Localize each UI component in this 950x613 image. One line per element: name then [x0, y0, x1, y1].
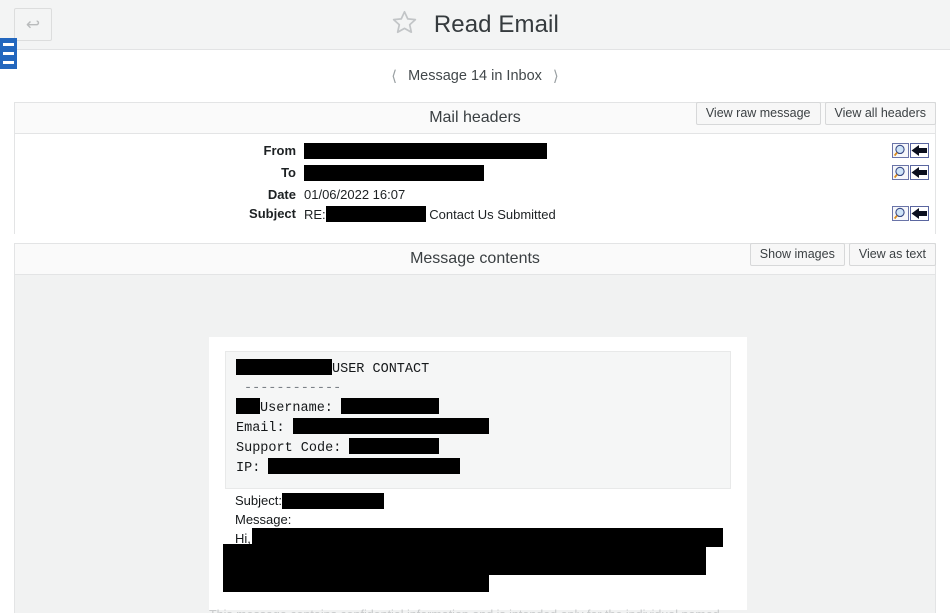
table-row: From	[15, 134, 935, 163]
field-label-support-code: Support Code:	[236, 441, 342, 456]
hamburger-menu-icon-line2	[3, 52, 14, 55]
subject-prefix: RE:	[304, 207, 326, 222]
header-value-date: 01/06/2022 16:07	[304, 187, 406, 202]
icon-pair	[892, 206, 929, 224]
table-row: Date 01/06/2022 16:07	[15, 185, 935, 204]
message-body-redactions	[223, 544, 731, 594]
icon-pair	[892, 165, 929, 183]
page-title-text: Read Email	[433, 11, 559, 38]
field-row-username: Username:	[236, 398, 720, 418]
view-raw-message-button[interactable]: View raw message	[695, 102, 821, 125]
message-body-area: USER CONTACT ------------ Username: Emai…	[14, 275, 936, 613]
chevron-right-icon[interactable]: ⟩	[553, 67, 559, 85]
table-row: To	[15, 163, 935, 185]
contact-heading-line: USER CONTACT	[236, 359, 720, 379]
header-row-icons-to	[887, 163, 935, 185]
hamburger-menu-icon	[3, 43, 14, 46]
view-all-headers-button[interactable]: View all headers	[824, 102, 936, 125]
contact-details-box: USER CONTACT ------------ Username: Emai…	[225, 351, 731, 489]
message-navigation: ⟨ Message 14 in Inbox ⟩	[0, 50, 950, 102]
reply-message-icon[interactable]	[910, 143, 929, 161]
subject-line: Subject:	[235, 491, 731, 510]
search-message-icon[interactable]	[892, 206, 909, 224]
field-row-support-code: Support Code:	[236, 438, 720, 458]
message-label-line: Message:	[235, 512, 292, 527]
confidentiality-disclaimer: This message contains confidential infor…	[209, 607, 769, 613]
divider-line: ------------	[244, 381, 342, 396]
header-label-to: To	[281, 165, 296, 180]
message-contents-panel-header: Message contents Show images View as tex…	[15, 243, 936, 275]
message-body-card: USER CONTACT ------------ Username: Emai…	[209, 337, 747, 610]
redaction-block	[341, 398, 440, 414]
table-row: Subject RE: Contact Us Submitted	[15, 204, 935, 234]
header-row-icons-date	[887, 185, 935, 204]
search-message-icon[interactable]	[892, 143, 909, 161]
mail-headers-panel-header: Mail headers View raw message View all h…	[15, 102, 936, 134]
message-contents-actions: Show images View as text	[746, 243, 936, 266]
redaction-block	[349, 438, 440, 454]
message-contents-panel: Message contents Show images View as tex…	[14, 243, 936, 275]
field-label-ip: IP:	[236, 461, 261, 476]
field-row-email: Email:	[236, 418, 720, 438]
redaction-block	[223, 544, 706, 575]
mail-headers-panel: Mail headers View raw message View all h…	[14, 102, 936, 234]
header-row-icons-subject	[887, 204, 935, 234]
header-label-date: Date	[267, 187, 296, 202]
field-row-ip: IP:	[236, 458, 720, 478]
redaction-block	[236, 398, 260, 414]
chevron-left-icon[interactable]: ⟨	[391, 67, 397, 85]
sidebar-toggle-handle[interactable]	[0, 38, 17, 69]
header-row-icons-from	[887, 134, 935, 163]
subject-suffix: Contact Us Submitted	[429, 207, 556, 222]
header-label-subject: Subject	[249, 206, 296, 221]
header-value-to	[304, 163, 887, 185]
subject-label: Subject:	[235, 493, 282, 508]
redaction-block	[236, 359, 332, 375]
header-value-from	[304, 134, 887, 163]
star-outline-icon[interactable]	[391, 9, 418, 42]
contact-heading-text: USER CONTACT	[332, 362, 430, 377]
icon-pair	[892, 143, 929, 161]
message-contents-title: Message contents	[410, 250, 540, 267]
top-header-bar: ↩ Read Email	[0, 0, 950, 50]
disclaimer-line-1: This message contains confidential infor…	[209, 607, 769, 613]
field-label-email: Email:	[236, 421, 285, 436]
redaction-block	[268, 458, 461, 474]
redaction-block	[292, 418, 489, 434]
redaction-block	[304, 143, 547, 159]
field-label-username: Username:	[260, 401, 333, 416]
search-message-icon[interactable]	[892, 165, 909, 183]
redaction-block	[325, 206, 426, 222]
reply-message-icon[interactable]	[910, 165, 929, 183]
redaction-block	[223, 575, 489, 592]
mail-headers-title: Mail headers	[429, 109, 521, 126]
redaction-block	[281, 493, 384, 509]
reply-message-icon[interactable]	[910, 206, 929, 224]
header-value-subject: RE: Contact Us Submitted	[304, 204, 887, 234]
message-position-label: Message 14 in Inbox	[408, 68, 542, 84]
view-as-text-button[interactable]: View as text	[848, 243, 936, 266]
page-title: Read Email	[0, 9, 950, 42]
mail-headers-actions: View raw message View all headers	[692, 102, 936, 125]
hamburger-menu-icon-line3	[3, 61, 14, 64]
message-text-block: Subject: Message: Hi,	[223, 489, 731, 594]
mail-headers-table: From To Date 01/06/2022 16:07 Subject RE…	[15, 134, 935, 234]
show-images-button[interactable]: Show images	[749, 243, 845, 266]
redaction-block	[304, 165, 484, 181]
header-label-from: From	[263, 143, 297, 158]
